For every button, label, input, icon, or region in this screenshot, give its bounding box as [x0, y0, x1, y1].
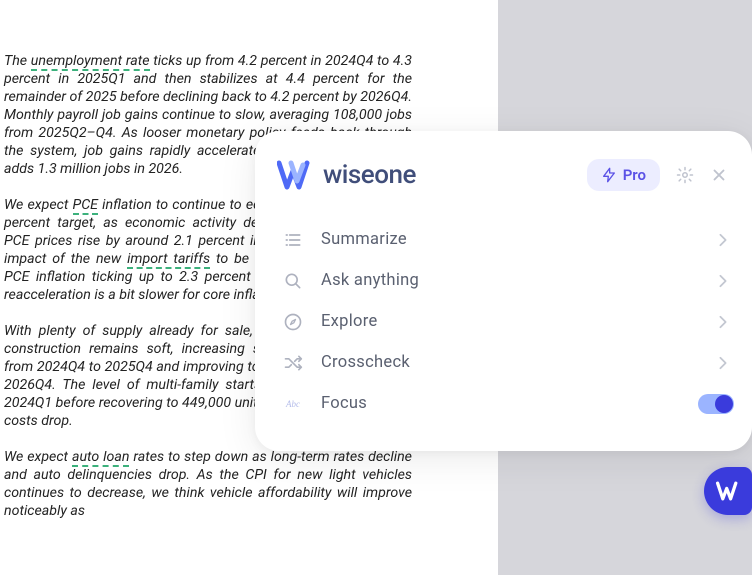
focus-toggle[interactable] [698, 394, 734, 414]
chevron-right-icon [718, 315, 728, 329]
menu-item-ask[interactable]: Ask anything [265, 260, 742, 301]
toggle-knob [715, 395, 733, 413]
text: The [4, 53, 31, 69]
chevron-right-icon [718, 274, 728, 288]
gear-icon [676, 166, 694, 184]
menu-label: Explore [321, 312, 378, 331]
wiseone-fab[interactable] [704, 467, 752, 515]
pro-button[interactable]: Pro [587, 159, 660, 191]
chevron-right-icon [718, 356, 728, 370]
search-icon [283, 271, 303, 291]
close-icon [710, 166, 728, 184]
text: We expect [4, 197, 73, 213]
menu-label: Focus [321, 394, 367, 413]
brand-logo-icon [715, 479, 741, 503]
bolt-icon [601, 167, 617, 183]
settings-button[interactable] [676, 166, 694, 184]
list-icon [283, 230, 303, 250]
abc-icon: Abc [283, 394, 303, 414]
brand-logo-icon [277, 157, 317, 193]
menu-label: Ask anything [321, 271, 419, 290]
popup-header: wiseone Pro [255, 131, 752, 219]
menu-label: Summarize [321, 230, 407, 249]
wiseone-popup: wiseone Pro Summarize [255, 131, 752, 451]
brand-name: wiseone [323, 160, 416, 190]
chevron-right-icon [718, 233, 728, 247]
text: We expect [4, 449, 72, 465]
menu-label: Crosscheck [321, 353, 410, 372]
highlight-auto-loan[interactable]: auto loan [72, 449, 129, 467]
menu-item-summarize[interactable]: Summarize [265, 219, 742, 260]
brand: wiseone [277, 157, 416, 193]
menu-item-crosscheck[interactable]: Crosscheck [265, 342, 742, 383]
pro-label: Pro [623, 166, 646, 184]
menu-item-explore[interactable]: Explore [265, 301, 742, 342]
popup-menu: Summarize Ask anything Explore [255, 219, 752, 424]
highlight-unemployment-rate[interactable]: unemployment rate [31, 53, 150, 71]
menu-item-focus[interactable]: Abc Focus [265, 383, 742, 424]
popup-header-actions: Pro [587, 159, 728, 191]
close-button[interactable] [710, 166, 728, 184]
highlight-import-tariffs[interactable]: import tariffs [127, 251, 210, 269]
article-paragraph: We expect auto loan rates to step down a… [4, 448, 412, 520]
highlight-pce[interactable]: PCE [73, 197, 98, 215]
shuffle-icon [283, 353, 303, 373]
compass-icon [283, 312, 303, 332]
